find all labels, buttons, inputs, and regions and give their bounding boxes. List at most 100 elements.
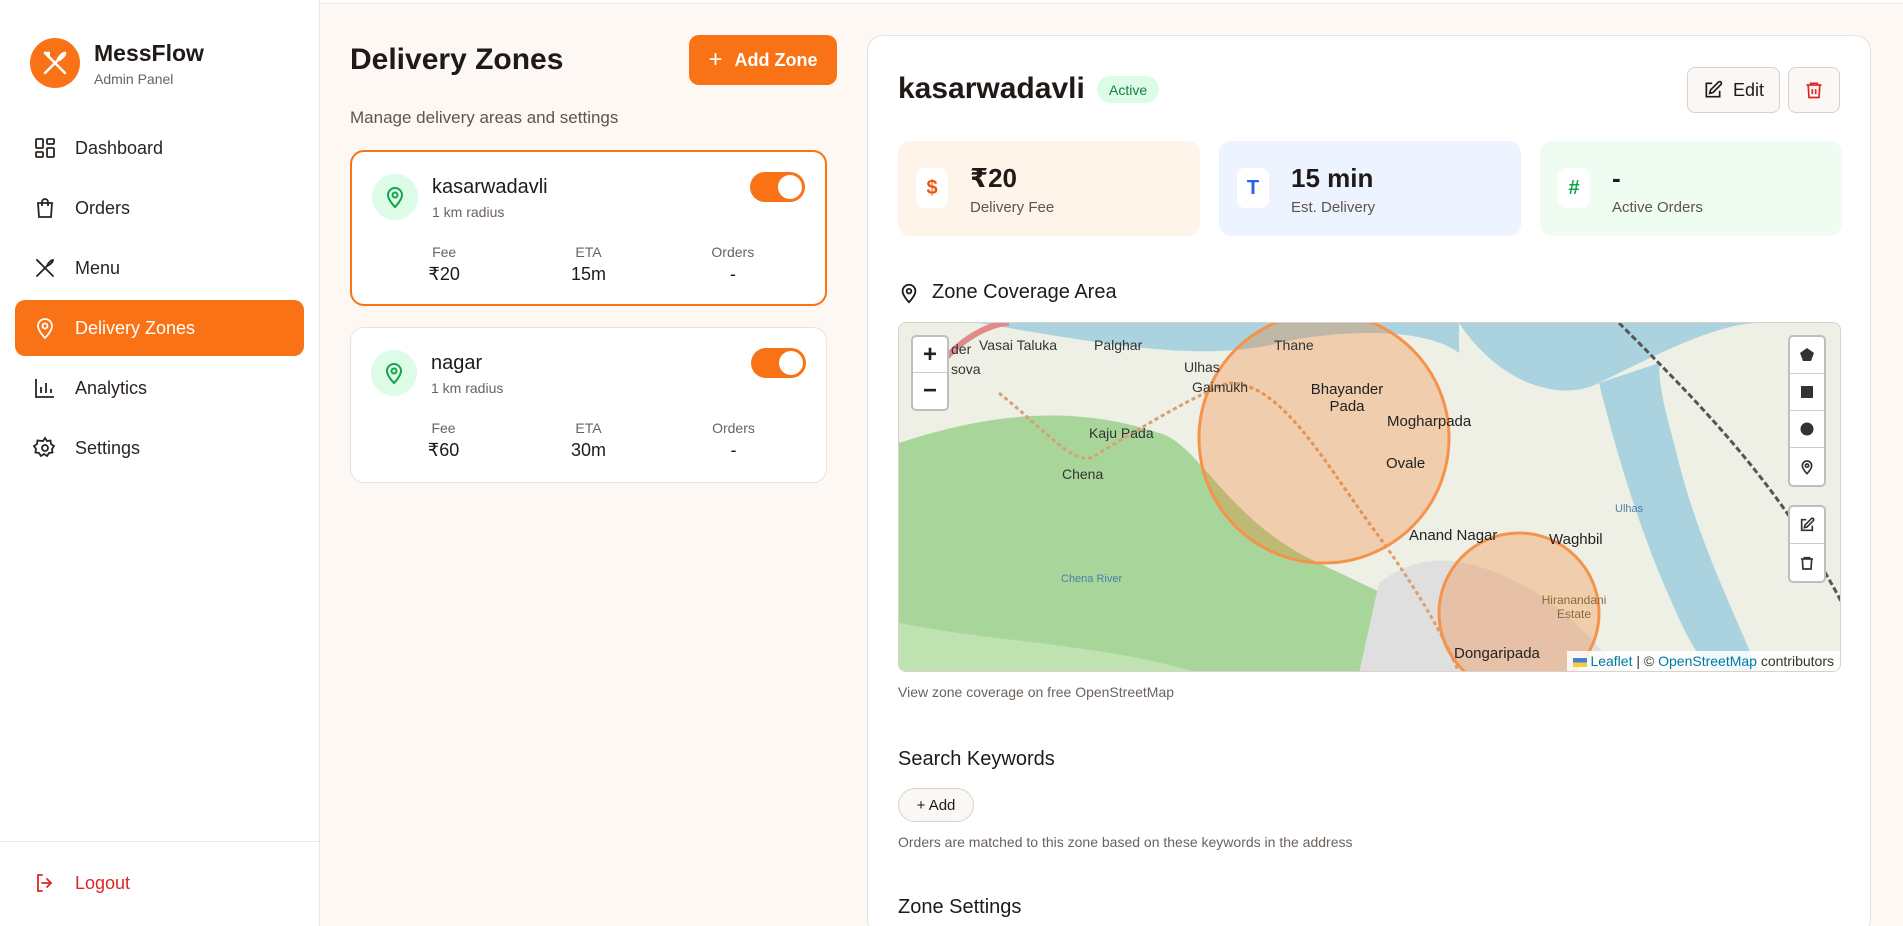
map-label: Ulhas <box>1615 503 1644 515</box>
coverage-map[interactable]: Vasai Taluka Palghar Ulhas Thane Gaimukh… <box>898 322 1841 672</box>
eta-value: 15m <box>570 264 606 284</box>
zone-name: nagar <box>431 352 483 374</box>
fee-value: ₹20 <box>428 264 460 284</box>
attribution-tail: contributors <box>1756 653 1834 669</box>
stat-card-est-delivery: T 15 min Est. Delivery <box>1219 141 1521 236</box>
stat-value: - <box>1612 163 1621 193</box>
bar-chart-icon <box>35 379 54 398</box>
fee-label: Fee <box>431 420 456 436</box>
draw-rectangle-button[interactable] <box>1790 374 1824 411</box>
logout-label: Logout <box>75 872 131 893</box>
sidebar-nav: Dashboard Orders Menu Delivery Zones Ana… <box>15 120 304 480</box>
zone-radius: 1 km radius <box>432 204 505 220</box>
settings-title: Zone Settings <box>898 896 1022 918</box>
eta-label: ETA <box>575 420 602 436</box>
map-label: Waghbil <box>1549 531 1603 548</box>
bag-icon <box>37 198 53 218</box>
sidebar-item-label: Orders <box>75 197 131 218</box>
zone-detail-title: kasarwadavli <box>898 72 1085 105</box>
stat-card-active-orders: # - Active Orders <box>1540 141 1842 236</box>
map-label: der <box>951 341 972 357</box>
fee-label: Fee <box>432 244 457 260</box>
fee-value: ₹60 <box>427 440 460 460</box>
add-keyword-button[interactable]: + Add <box>898 788 974 822</box>
trash-icon <box>1806 82 1822 99</box>
draw-toolbar <box>1788 335 1826 487</box>
eta-label: ETA <box>575 244 602 260</box>
sidebar-item-delivery-zones[interactable]: Delivery Zones <box>15 300 304 356</box>
zone-name: kasarwadavli <box>432 176 548 198</box>
draw-polygon-button[interactable] <box>1790 337 1824 374</box>
zone-enabled-toggle[interactable] <box>750 172 805 202</box>
brand-name: MessFlow <box>94 39 204 66</box>
sidebar-item-label: Menu <box>75 257 121 278</box>
draw-marker-button[interactable] <box>1790 448 1824 485</box>
orders-label: Orders <box>711 244 755 260</box>
osm-link[interactable]: OpenStreetMap <box>1658 653 1757 669</box>
zone-detail-panel: kasarwadavli Active Edit $ ₹20 Delivery … <box>867 35 1871 926</box>
map-label: sova <box>951 361 981 377</box>
stat-value: 15 min <box>1291 163 1374 193</box>
zoom-control: + − <box>911 335 949 411</box>
zone-card-nagar[interactable]: nagar 1 km radius Fee ₹60 ETA 30m Orders - <box>350 327 827 483</box>
keywords-title: Search Keywords <box>898 748 1055 770</box>
zoom-out-button[interactable]: − <box>913 373 947 409</box>
zone-enabled-toggle[interactable] <box>751 348 806 378</box>
orders-label: Orders <box>712 420 755 436</box>
sidebar-item-label: Analytics <box>75 377 148 398</box>
brand-subtitle: Admin Panel <box>94 70 174 87</box>
page-title: Delivery Zones <box>350 43 564 76</box>
clock-icon: T <box>1237 168 1269 208</box>
sidebar-divider <box>0 841 320 842</box>
eta-value: 30m <box>570 440 606 460</box>
map-label: Ovale <box>1386 455 1426 472</box>
zoom-in-button[interactable]: + <box>913 337 947 373</box>
attribution-separator: | © <box>1632 653 1659 669</box>
edit-toolbar <box>1788 505 1826 583</box>
sidebar-item-orders[interactable]: Orders <box>15 180 304 236</box>
orders-value: - <box>729 264 736 284</box>
sidebar-item-dashboard[interactable]: Dashboard <box>15 120 304 176</box>
circle-icon <box>1800 422 1814 436</box>
map-pin-icon <box>371 350 417 396</box>
map-label: Chena River <box>1061 573 1123 585</box>
page-subtitle: Manage delivery areas and settings <box>350 108 619 127</box>
zone-stats: Fee ₹20 ETA 15m Orders - <box>372 244 805 285</box>
brand: MessFlow Admin Panel <box>30 38 204 88</box>
sidebar-item-label: Dashboard <box>75 137 164 158</box>
settings-heading: Zone Settings <box>898 896 1021 919</box>
polygon-icon <box>1800 348 1814 361</box>
zone-stats: Fee ₹60 ETA 30m Orders - <box>371 420 806 461</box>
add-zone-button[interactable]: + Add Zone <box>689 35 837 85</box>
map-caption: View zone coverage on free OpenStreetMap <box>898 684 1175 700</box>
plus-icon: + <box>708 46 723 73</box>
edit-button[interactable]: Edit <box>1687 67 1780 113</box>
add-zone-label: Add Zone <box>734 49 818 70</box>
stat-label: Est. Delivery <box>1291 199 1376 216</box>
edit-layers-button[interactable] <box>1790 507 1824 544</box>
map-label: Anand Nagar <box>1409 527 1498 544</box>
edit-icon <box>1705 80 1723 98</box>
zone-card-kasarwadavli[interactable]: kasarwadavli 1 km radius Fee ₹20 ETA 15m O… <box>350 150 827 306</box>
utensils-logo-icon <box>30 38 80 88</box>
delete-layers-button[interactable] <box>1790 544 1824 581</box>
sidebar-item-analytics[interactable]: Analytics <box>15 360 304 416</box>
trash-icon <box>1801 556 1813 570</box>
map-label: Bhayander Pada <box>1310 381 1384 415</box>
map-pin-icon <box>901 283 917 303</box>
draw-circle-button[interactable] <box>1790 411 1824 448</box>
sidebar-item-menu[interactable]: Menu <box>15 240 304 296</box>
sidebar-item-settings[interactable]: Settings <box>15 420 304 476</box>
hash-icon: # <box>1558 168 1590 208</box>
map-attribution: Leaflet | © OpenStreetMap contributors <box>1566 651 1840 671</box>
status-badge: Active <box>1097 76 1160 103</box>
logout-button[interactable]: Logout <box>33 871 130 895</box>
keywords-heading: Search Keywords <box>898 748 1055 771</box>
map-label: Vasai Taluka <box>979 337 1058 353</box>
leaflet-link[interactable]: Leaflet <box>1590 653 1632 669</box>
map-label: Gaimukh <box>1192 379 1249 395</box>
marker-icon <box>1801 459 1813 475</box>
delete-button[interactable] <box>1788 67 1840 113</box>
map-label: Ulhas <box>1184 359 1220 375</box>
stat-label: Active Orders <box>1612 199 1703 216</box>
